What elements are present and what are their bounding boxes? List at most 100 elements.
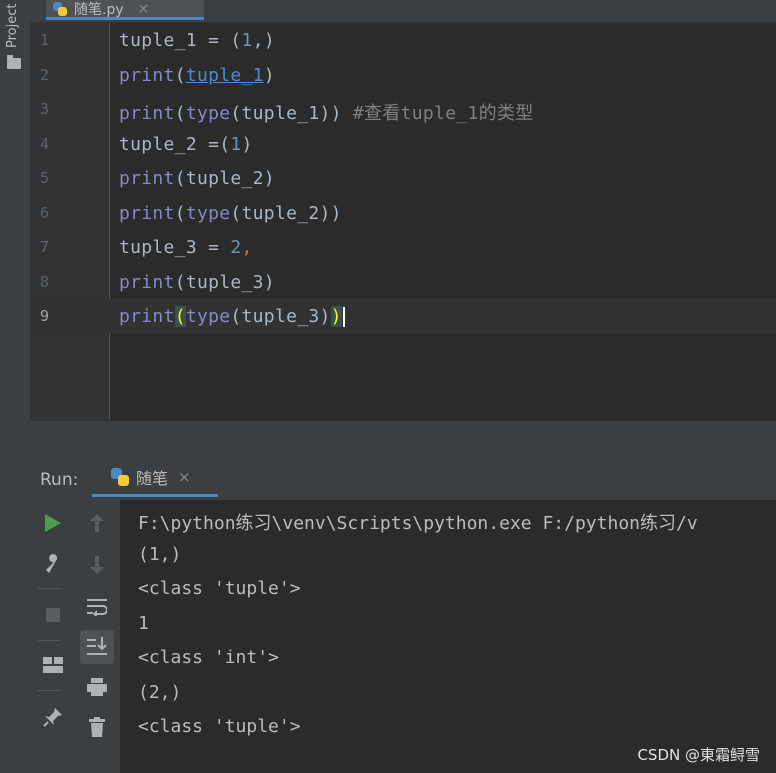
line-number: 7 [40, 238, 50, 256]
line-number: 5 [40, 169, 50, 187]
code-text: tuple_1 = (1,) [119, 30, 275, 51]
code-token: type [185, 103, 231, 124]
code-text: print(type(tuple_1)) #查看tuple_1的类型 [119, 99, 534, 125]
scroll-to-end-icon[interactable] [80, 630, 114, 664]
run-tab[interactable]: 随笔 × [92, 460, 218, 497]
close-icon[interactable]: × [138, 1, 150, 17]
panel-divider [30, 420, 776, 461]
code-token: 1 [230, 133, 242, 155]
console-line: (1,) [138, 543, 182, 565]
code-token: tuple_1 [241, 103, 320, 124]
code-line[interactable]: 3 print(type(tuple_1)) #查看tuple_1的类型 [30, 92, 776, 126]
close-icon[interactable]: × [178, 468, 191, 486]
code-line[interactable]: 4 tuple_2 =(1) [30, 127, 776, 161]
code-token: ) [263, 168, 275, 189]
text-caret [342, 307, 345, 327]
console-line: 1 [138, 612, 149, 634]
run-console-output[interactable]: F:\python练习\venv\Scripts\python.exe F:/p… [120, 500, 776, 773]
code-token: , [252, 30, 264, 51]
down-arrow-icon[interactable] [82, 550, 112, 580]
project-tool-strip[interactable]: Project [0, 0, 31, 460]
code-token: 1 [241, 30, 253, 51]
code-line[interactable]: 6 print(type(tuple_2)) [30, 196, 776, 230]
code-token: #查看tuple_1的类型 [341, 103, 534, 124]
console-line: F:\python练习\venv\Scripts\python.exe F:/p… [138, 513, 698, 534]
run-panel-header: Run: 随笔 × [30, 460, 776, 500]
toolbar-separator [38, 690, 60, 691]
code-token: tuple_3 [119, 237, 197, 258]
code-token: type [185, 202, 231, 224]
editor-tab-bar: 随笔.py × [30, 0, 776, 23]
code-token: ( [230, 202, 242, 224]
code-token: )) [319, 202, 342, 224]
code-token: ( [174, 103, 186, 124]
stop-icon[interactable] [38, 600, 68, 630]
tab-filename: 随笔.py [74, 1, 124, 18]
wrench-icon[interactable] [38, 548, 68, 578]
code-token: tuple_2 [119, 133, 197, 155]
code-token: ( [174, 271, 186, 293]
run-side-strip [0, 460, 30, 773]
line-number: 4 [40, 134, 50, 153]
code-token: = [196, 237, 231, 258]
code-token: print [119, 271, 175, 293]
code-line[interactable]: 5 print(tuple_2) [30, 161, 776, 195]
code-token: )) [319, 103, 342, 124]
code-token: ) [263, 64, 275, 86]
code-token: ( [230, 306, 242, 327]
code-token: ( [219, 133, 231, 155]
code-text: print(type(tuple_3)) [119, 306, 345, 327]
code-text: print(tuple_2) [119, 168, 275, 189]
toolbar-separator [38, 640, 60, 641]
code-line[interactable]: 9 print(type(tuple_3)) [30, 299, 776, 333]
print-icon[interactable] [82, 672, 112, 702]
code-text: print(tuple_3) [119, 272, 275, 293]
run-icon[interactable] [38, 508, 68, 538]
line-number: 2 [40, 65, 50, 84]
code-token: ) [330, 306, 342, 327]
code-line[interactable]: 2 print(tuple_1) [30, 58, 776, 92]
code-editor[interactable]: 1 tuple_1 = (1,) 2 print(tuple_1) 3 print(typ… [30, 23, 776, 420]
watermark: CSDN @東霜鲟雪 [637, 746, 760, 764]
line-number: 1 [40, 31, 50, 49]
toolbar-separator [38, 588, 60, 589]
code-token: tuple_2 [185, 168, 264, 189]
editor-tab-file[interactable]: 随笔.py × [46, 0, 204, 20]
code-token: tuple_3 [241, 306, 320, 327]
code-token: = [196, 30, 231, 51]
code-token: print [119, 64, 175, 86]
code-text: tuple_2 =(1) [119, 134, 253, 155]
folder-icon [7, 55, 21, 69]
code-token: ) [263, 30, 275, 51]
code-token: print [119, 103, 175, 124]
pin-icon[interactable] [38, 702, 68, 732]
code-token: ( [174, 202, 186, 224]
code-token: ) [241, 133, 253, 155]
run-toolbar [30, 500, 120, 773]
code-token: tuple_3 [185, 271, 264, 293]
line-number: 3 [40, 100, 50, 118]
code-token: print [119, 306, 175, 327]
project-tool-label[interactable]: Project [5, 4, 20, 48]
console-line: <class 'int'> [138, 647, 279, 668]
line-number: 6 [40, 203, 50, 222]
code-token: tuple_1 [119, 30, 197, 51]
line-number: 8 [40, 272, 50, 291]
python-file-icon [52, 1, 68, 17]
code-token: tuple_2 [241, 202, 320, 224]
code-line[interactable]: 8 print(tuple_3) [30, 265, 776, 299]
code-line[interactable]: 1 tuple_1 = (1,) [30, 23, 776, 57]
soft-wrap-icon[interactable] [82, 592, 112, 622]
up-arrow-icon[interactable] [82, 508, 112, 538]
layout-icon[interactable] [38, 650, 68, 680]
code-token: = [196, 133, 220, 155]
code-token: ( [174, 306, 186, 327]
console-line: <class 'tuple'> [138, 716, 301, 737]
console-line: <class 'tuple'> [138, 578, 301, 599]
console-line: (2,) [138, 681, 182, 703]
code-token: tuple_1 [185, 64, 264, 86]
code-line[interactable]: 7 tuple_3 = 2, [30, 230, 776, 264]
code-token: print [119, 202, 175, 224]
code-token: ) [263, 271, 275, 293]
trash-icon[interactable] [82, 712, 112, 742]
